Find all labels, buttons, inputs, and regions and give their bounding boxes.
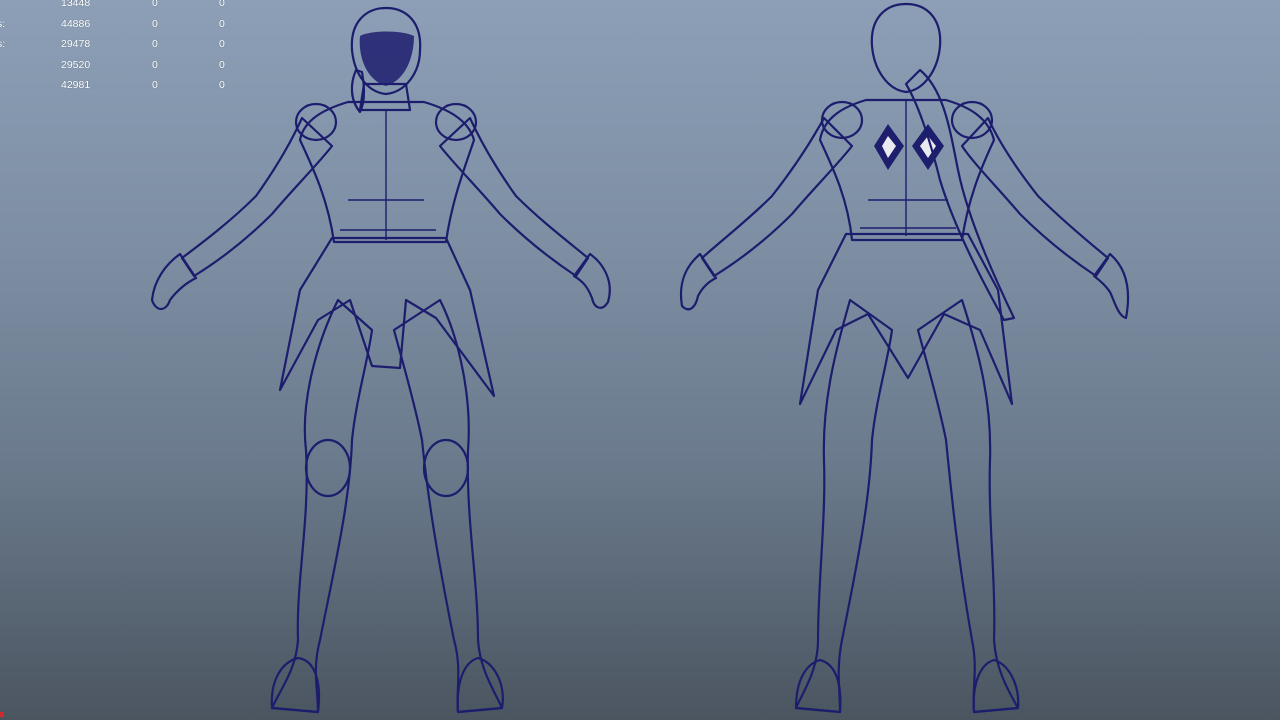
back-skirt — [798, 232, 1014, 406]
hud-value: 0 — [152, 58, 158, 71]
hud-row: s: 44886 0 0 — [0, 14, 240, 35]
hud-row: 29520 0 0 — [0, 55, 240, 76]
viewport-3d[interactable]: 13448 0 0 s: 44886 0 0 s: 29478 0 0 2952… — [0, 0, 1280, 720]
front-right-knee — [422, 438, 470, 498]
front-left-leg — [270, 298, 374, 714]
hud-row: 42981 0 0 — [0, 75, 240, 96]
hud-row: s: 29478 0 0 — [0, 34, 240, 55]
back-head — [870, 2, 942, 94]
hud-row: 13448 0 0 — [0, 0, 240, 14]
hud-value: 0 — [152, 17, 158, 30]
poly-count-hud: 13448 0 0 s: 44886 0 0 s: 29478 0 0 2952… — [0, 0, 240, 96]
hud-value: 0 — [152, 38, 158, 50]
hud-value: 29520 — [61, 58, 91, 71]
hud-row-label: s: — [0, 38, 6, 50]
front-left-knee — [304, 438, 352, 498]
hud-value: 0 — [219, 79, 225, 91]
front-right-arm — [438, 116, 590, 278]
front-left-arm — [180, 116, 334, 278]
hud-value: 29478 — [61, 38, 91, 50]
back-character-mesh[interactable] — [679, 2, 1130, 714]
hud-value: 42981 — [61, 79, 91, 91]
back-torso — [818, 98, 996, 242]
hud-value: 0 — [219, 17, 225, 30]
hud-row-label: s: — [0, 17, 6, 30]
back-left-leg — [794, 298, 894, 714]
hud-value: 0 — [219, 0, 225, 9]
hud-value: 44886 — [61, 17, 91, 30]
back-ponytail — [904, 68, 1016, 322]
hud-value: 13448 — [61, 0, 91, 9]
hud-value: 0 — [219, 58, 225, 71]
front-torso — [298, 100, 476, 244]
front-character-mesh[interactable] — [150, 6, 611, 714]
back-right-leg — [916, 298, 1020, 714]
back-left-arm — [700, 116, 854, 278]
hud-value: 0 — [219, 38, 225, 50]
wireframe-scene — [150, 2, 1130, 714]
hud-value: 0 — [152, 0, 158, 9]
hud-value: 0 — [152, 79, 158, 91]
axis-indicator-icon — [0, 712, 4, 717]
